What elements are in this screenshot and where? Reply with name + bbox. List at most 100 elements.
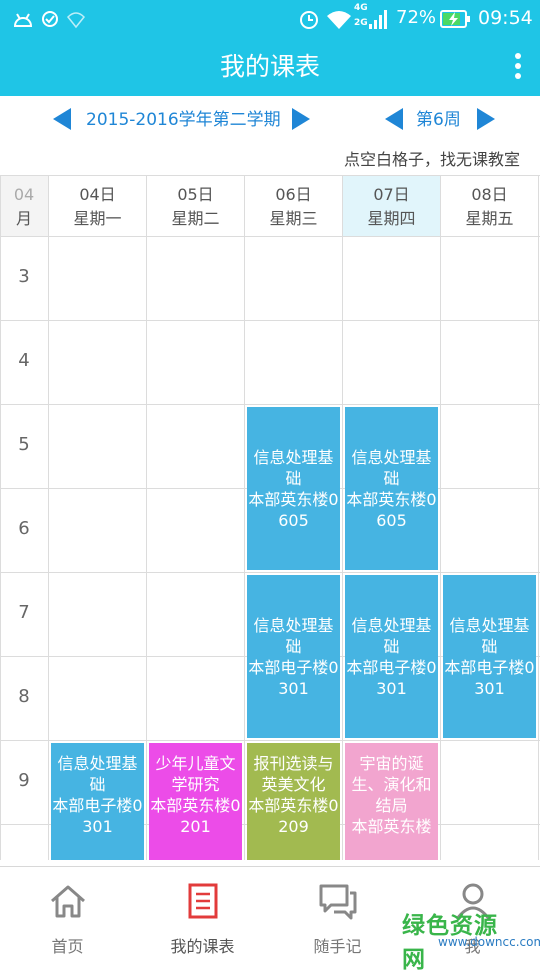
- empty-cell[interactable]: [343, 237, 440, 320]
- period-label: 8: [18, 686, 30, 707]
- course-name: 报刊选读与英美文化: [253, 754, 334, 794]
- empty-cell[interactable]: [147, 573, 244, 656]
- grid-vline: [538, 175, 539, 860]
- course-name: 信息处理基础: [351, 447, 432, 488]
- status-bar: 4G 2G 72% 09:54: [0, 0, 540, 38]
- course-name: 信息处理基础: [253, 447, 334, 488]
- home-icon: [51, 885, 85, 918]
- empty-cell[interactable]: [49, 489, 146, 572]
- nav-label: 随手记: [313, 937, 362, 956]
- course-name: 信息处理基础: [351, 615, 432, 656]
- empty-cell[interactable]: [147, 321, 244, 404]
- page-title: 我的课表: [219, 52, 320, 81]
- sync-icon: [42, 11, 58, 27]
- timetable-grid: 04 月 04日星期一 05日星期二 06日星期三 07日星期四 08日星期五 3 4 5 6…: [0, 175, 540, 860]
- empty-cell[interactable]: [49, 405, 146, 488]
- watermark-url: www.downcc.com: [438, 935, 540, 949]
- course-block[interactable]: 少年儿童文学研究 本部英东楼0201: [149, 743, 242, 860]
- hint-text: 点空白格子，找无课教室: [343, 150, 520, 169]
- day-header-date: 08日: [471, 185, 508, 204]
- app-bar: 我的课表: [0, 38, 540, 96]
- empty-cell[interactable]: [441, 489, 538, 572]
- clock: 09:54: [478, 7, 533, 29]
- grid-hline: [0, 175, 540, 176]
- course-name: 信息处理基础: [57, 754, 138, 794]
- empty-cell[interactable]: [49, 573, 146, 656]
- empty-cell[interactable]: [49, 321, 146, 404]
- empty-cell[interactable]: [441, 321, 538, 404]
- week-label: 第6周: [416, 110, 461, 130]
- day-header-weekday: 星期五: [465, 209, 514, 228]
- course-name: 少年儿童文学研究: [155, 754, 236, 794]
- overflow-menu-icon[interactable]: [508, 49, 528, 85]
- period-label: 6: [18, 518, 30, 539]
- next-semester-button[interactable]: [292, 108, 310, 130]
- course-location: 本部电子楼0301: [444, 657, 535, 698]
- nav-label: 首页: [51, 937, 84, 956]
- month-unit: 月: [15, 209, 32, 228]
- nav-item-schedule[interactable]: 我的课表: [135, 867, 270, 961]
- course-block[interactable]: 报刊选读与英美文化 本部英东楼0209: [247, 743, 340, 860]
- course-block[interactable]: 信息处理基础 本部英东楼0605: [345, 407, 438, 570]
- period-label: 9: [18, 770, 30, 791]
- course-location: 本部英东楼0605: [346, 489, 437, 530]
- day-header-date: 04日: [79, 185, 116, 204]
- empty-cell[interactable]: [49, 237, 146, 320]
- nav-item-notes[interactable]: 随手记: [270, 867, 405, 961]
- period-label: 7: [18, 602, 30, 623]
- course-block[interactable]: 信息处理基础 本部电子楼0301: [443, 575, 536, 738]
- course-location: 本部英东楼0209: [248, 796, 339, 836]
- course-block[interactable]: 宇宙的诞生、演化和结局本部英东楼: [345, 743, 438, 860]
- empty-cell[interactable]: [49, 657, 146, 740]
- course-location: 本部英东楼: [351, 817, 432, 836]
- day-header-weekday: 星期二: [171, 209, 220, 228]
- day-header-date: 07日: [373, 185, 410, 204]
- empty-cell[interactable]: [147, 657, 244, 740]
- alarm-icon: [300, 11, 318, 29]
- course-location: 本部电子楼0301: [52, 796, 143, 836]
- course-location: 本部电子楼0301: [248, 657, 339, 698]
- android-icon: [13, 13, 33, 27]
- empty-cell[interactable]: [147, 489, 244, 572]
- day-header-weekday: 星期三: [269, 209, 318, 228]
- prev-week-button[interactable]: [385, 108, 403, 130]
- period-label: 5: [18, 434, 30, 455]
- empty-cell[interactable]: [441, 405, 538, 488]
- course-block[interactable]: 信息处理基础 本部电子楼0301: [247, 575, 340, 738]
- chat-icon: [319, 884, 357, 920]
- empty-cell[interactable]: [245, 321, 342, 404]
- course-block[interactable]: 信息处理基础 本部英东楼0605: [247, 407, 340, 570]
- wifi-question-icon: [66, 12, 86, 29]
- day-header-weekday: 星期一: [73, 209, 122, 228]
- course-location: 本部英东楼0605: [248, 489, 339, 530]
- course-block[interactable]: 信息处理基础 本部电子楼0301: [345, 575, 438, 738]
- watermark: 绿色资源网 www.downcc.com: [402, 906, 540, 973]
- signal-icon: [369, 10, 387, 29]
- course-location: 本部电子楼0301: [346, 657, 437, 698]
- period-label: 4: [18, 350, 30, 371]
- wifi-icon: [327, 11, 351, 29]
- day-header-date: 05日: [177, 185, 214, 204]
- next-week-button[interactable]: [477, 108, 495, 130]
- network-type-label-2: 2G: [354, 18, 368, 28]
- empty-cell[interactable]: [441, 741, 538, 824]
- empty-cell[interactable]: [441, 237, 538, 320]
- battery-charging-icon: [440, 10, 470, 28]
- month-value: 04: [13, 185, 35, 204]
- course-location: 本部英东楼0201: [150, 796, 241, 836]
- day-header-date: 06日: [275, 185, 312, 204]
- empty-cell[interactable]: [343, 321, 440, 404]
- course-block[interactable]: 信息处理基础 本部电子楼0301: [51, 743, 144, 860]
- course-name: 信息处理基础: [253, 615, 334, 656]
- schedule-icon: [188, 883, 218, 919]
- empty-cell[interactable]: [147, 405, 244, 488]
- period-label: 3: [18, 266, 30, 287]
- prev-semester-button[interactable]: [53, 108, 71, 130]
- day-header-weekday: 星期四: [367, 209, 416, 228]
- semester-label: 2015-2016学年第二学期: [86, 110, 281, 130]
- network-type-label: 4G: [354, 3, 368, 13]
- nav-item-home[interactable]: 首页: [0, 867, 135, 961]
- empty-cell[interactable]: [147, 237, 244, 320]
- empty-cell[interactable]: [245, 237, 342, 320]
- course-name: 宇宙的诞生、演化和结局: [351, 754, 432, 815]
